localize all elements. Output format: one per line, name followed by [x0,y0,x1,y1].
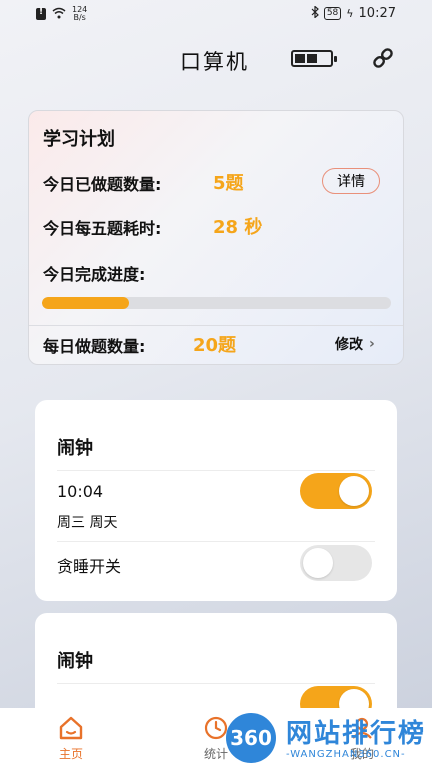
link-icon[interactable] [371,46,395,70]
alarm-title: 闹钟 [57,651,93,672]
battery-indicator: 58 [323,7,342,20]
app-header: 口算机 [0,40,432,80]
wifi-icon [52,7,66,22]
alarm-title: 闹钟 [57,438,93,459]
watermark-url: -WANGZHAN360.CN- [286,749,406,760]
detail-button[interactable]: 详情 [322,168,380,194]
plan-divider [29,325,403,326]
alarm-days: 周三 周天 [57,515,118,531]
done-count-value: 5题 [213,173,244,194]
status-left: 124 B/s [36,6,87,22]
network-speed-unit: B/s [73,13,86,22]
device-battery-icon[interactable] [291,50,337,67]
watermark-url-text: WANGZHAN360.CN [290,749,402,760]
time-per-five-value: 28 秒 [213,217,263,238]
daily-count-value: 20题 [193,335,237,356]
alarm-toggle[interactable] [300,473,372,509]
daily-count-label: 每日做题数量: [43,337,146,356]
alarm-card: 闹钟 10:04 周三 周天 贪睡开关 [35,400,397,601]
watermark-logo: 360 网站排行榜 -WANGZHAN360.CN- [220,707,432,768]
watermark-360-badge: 360 [226,713,276,763]
plan-title: 学习计划 [43,129,115,150]
study-plan-card: 学习计划 今日已做题数量: 5题 详情 今日每五题耗时: 28 秒 今日完成进度… [28,110,404,365]
progress-bar [42,297,391,309]
snooze-toggle[interactable] [300,545,372,581]
alarm-divider [57,470,375,471]
nav-home[interactable]: 主页 [31,714,111,762]
sim-alert-icon [36,7,46,20]
network-speed: 124 B/s [72,6,87,22]
home-icon [59,716,83,740]
done-count-label: 今日已做题数量: [43,175,162,194]
app-title: 口算机 [180,50,249,74]
status-right: 58 ϟ 10:27 [311,5,396,21]
progress-label: 今日完成进度: [43,265,146,284]
time-per-five-label: 今日每五题耗时: [43,219,162,238]
alarm-time[interactable]: 10:04 [57,482,103,501]
chevron-right-icon: › [369,336,375,352]
modify-label: 修改 [335,337,363,353]
alarm-divider [57,541,375,542]
alarm-divider [57,683,375,684]
status-bar: 124 B/s 58 ϟ 10:27 [0,0,432,28]
nav-home-label: 主页 [58,747,83,761]
watermark-title: 网站排行榜 [286,719,427,749]
charging-icon: ϟ [346,7,354,20]
modify-button[interactable]: 修改 › [335,334,375,354]
progress-fill [42,297,130,309]
status-time: 10:27 [358,6,396,21]
snooze-label: 贪睡开关 [57,557,122,576]
bluetooth-icon [311,5,319,21]
